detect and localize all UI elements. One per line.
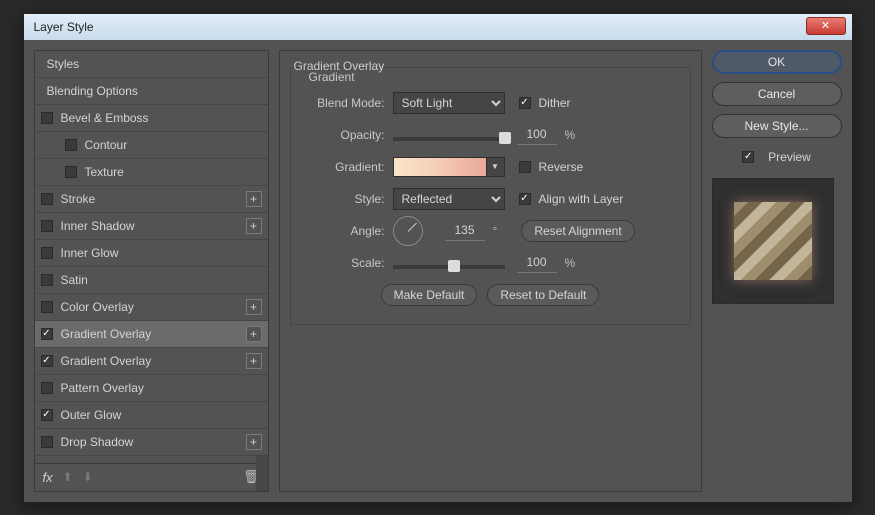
gradient-label: Gradient: [305,160,393,174]
sidebar-list: Styles Blending Options Bevel & Emboss Co… [35,51,268,463]
style-checkbox[interactable] [41,193,53,205]
opacity-label: Opacity: [305,128,393,142]
fieldset-legend: Gradient [305,70,359,84]
angle-label: Angle: [305,224,393,238]
sidebar-item-gradient-overlay-9[interactable]: Gradient Overlay + [35,348,268,375]
reset-alignment-button[interactable]: Reset Alignment [521,220,634,242]
add-effect-icon[interactable]: + [246,299,262,315]
style-checkbox[interactable] [65,166,77,178]
sidebar-item-drop-shadow-12[interactable]: Drop Shadow + [35,429,268,456]
scale-slider[interactable] [393,265,505,269]
add-effect-icon[interactable]: + [246,218,262,234]
sidebar-item-stroke-3[interactable]: Stroke + [35,186,268,213]
reverse-checkbox[interactable] [519,161,531,173]
right-buttons: OK Cancel New Style... Preview [712,50,842,492]
scale-input[interactable] [517,253,557,273]
sidebar-item-gradient-overlay-8[interactable]: Gradient Overlay + [35,321,268,348]
style-label: Inner Shadow [61,219,135,233]
style-checkbox[interactable] [41,247,53,259]
sidebar-footer: fx ⬆ ⬇ 🗑 [35,463,268,491]
style-label: Stroke [61,192,96,206]
style-label: Color Overlay [61,300,134,314]
style-checkbox[interactable] [41,220,53,232]
sidebar-item-bevel-emboss-0[interactable]: Bevel & Emboss [35,105,268,132]
style-label: Inner Glow [61,246,119,260]
style-label: Contour [85,138,128,152]
blend-mode-label: Blend Mode: [305,96,393,110]
style-label: Satin [61,273,88,287]
scale-knob[interactable] [448,260,460,272]
dither-checkbox[interactable] [519,97,531,109]
dialog-title: Layer Style [28,20,94,34]
close-button[interactable]: ✕ [806,17,846,35]
preview-checkbox[interactable] [742,151,754,163]
angle-dial[interactable] [393,216,423,246]
settings-panel: Gradient Overlay Gradient Blend Mode: So… [279,50,702,492]
style-checkbox[interactable] [41,409,53,421]
cancel-button[interactable]: Cancel [712,82,842,106]
align-label: Align with Layer [539,192,624,206]
new-style-button[interactable]: New Style... [712,114,842,138]
sidebar-item-inner-shadow-4[interactable]: Inner Shadow + [35,213,268,240]
style-checkbox[interactable] [41,328,53,340]
style-checkbox[interactable] [41,301,53,313]
ok-button[interactable]: OK [712,50,842,74]
move-down-icon[interactable]: ⬇ [83,470,93,484]
reverse-label: Reverse [539,160,584,174]
style-checkbox[interactable] [41,112,53,124]
style-select[interactable]: Reflected [393,188,505,210]
opacity-knob[interactable] [499,132,511,144]
style-label: Gradient Overlay [61,327,152,341]
style-label: Style: [305,192,393,206]
sidebar-item-pattern-overlay-10[interactable]: Pattern Overlay [35,375,268,402]
sidebar-item-satin-6[interactable]: Satin [35,267,268,294]
style-checkbox[interactable] [41,355,53,367]
sidebar-item-outer-glow-11[interactable]: Outer Glow [35,402,268,429]
preview-thumbnail [734,202,812,280]
blend-mode-select[interactable]: Soft Light [393,92,505,114]
style-label: Drop Shadow [61,435,134,449]
layer-style-dialog: Layer Style ✕ Styles Blending Options Be… [23,13,853,503]
style-label: Outer Glow [61,408,122,422]
dither-label: Dither [539,96,571,110]
add-effect-icon[interactable]: + [246,353,262,369]
sidebar-item-inner-glow-5[interactable]: Inner Glow [35,240,268,267]
style-label: Pattern Overlay [61,381,144,395]
angle-input[interactable] [445,221,485,241]
titlebar[interactable]: Layer Style ✕ [24,14,852,40]
style-checkbox[interactable] [41,274,53,286]
sidebar-item-color-overlay-7[interactable]: Color Overlay + [35,294,268,321]
style-label: Bevel & Emboss [61,111,149,125]
fx-icon[interactable]: fx [43,470,53,485]
opacity-slider[interactable] [393,137,505,141]
style-label: Gradient Overlay [61,354,152,368]
move-up-icon[interactable]: ⬆ [63,470,73,484]
sidebar-item-texture-2[interactable]: Texture [35,159,268,186]
style-label: Texture [85,165,124,179]
add-effect-icon[interactable]: + [246,326,262,342]
style-checkbox[interactable] [41,436,53,448]
make-default-button[interactable]: Make Default [381,284,478,306]
style-checkbox[interactable] [41,382,53,394]
add-effect-icon[interactable]: + [246,191,262,207]
scale-label: Scale: [305,256,393,270]
sidebar-blending-options[interactable]: Blending Options [35,78,268,105]
preview-label: Preview [768,150,811,164]
opacity-input[interactable] [517,125,557,145]
sidebar-item-contour-1[interactable]: Contour [35,132,268,159]
gradient-swatch[interactable] [393,157,487,177]
reset-default-button[interactable]: Reset to Default [487,284,599,306]
gradient-dropdown[interactable]: ▼ [487,157,505,177]
styles-sidebar: Styles Blending Options Bevel & Emboss Co… [34,50,269,492]
sidebar-styles-header[interactable]: Styles [35,51,268,78]
add-effect-icon[interactable]: + [246,434,262,450]
align-checkbox[interactable] [519,193,531,205]
style-checkbox[interactable] [65,139,77,151]
preview-box [712,178,834,304]
